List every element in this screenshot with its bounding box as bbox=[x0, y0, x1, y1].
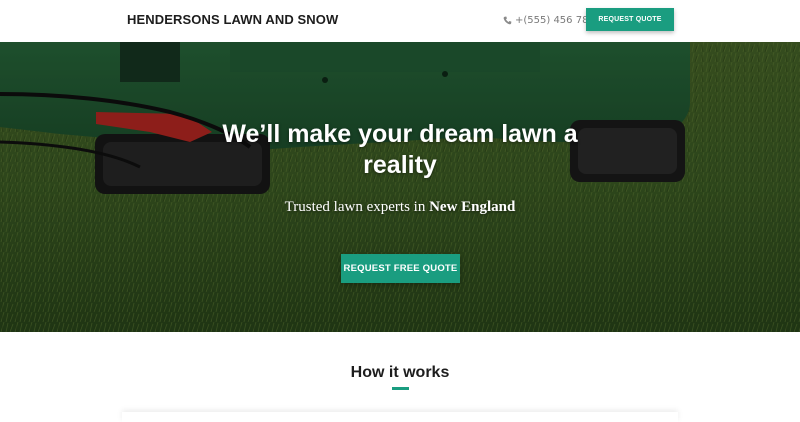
site-header: HENDERSONS LAWN AND SNOW +(555) 456 789 … bbox=[0, 0, 800, 42]
hero-subtitle-prefix: Trusted lawn experts in bbox=[284, 199, 430, 215]
hero-title: We’ll make your dream lawn a reality bbox=[222, 120, 578, 179]
hero-background-image bbox=[0, 42, 800, 332]
phone-icon bbox=[503, 16, 512, 24]
brand-logo-text[interactable]: HENDERSONS LAWN AND SNOW bbox=[127, 12, 338, 27]
title-underline-accent bbox=[392, 387, 409, 390]
hero-subtitle: Trusted lawn experts in New England bbox=[200, 199, 600, 216]
steps-card-top-edge bbox=[122, 412, 678, 422]
how-it-works-section: How it works bbox=[0, 332, 800, 422]
how-it-works-title: How it works bbox=[350, 364, 450, 381]
phone-number: +(555) 456 789 bbox=[515, 14, 595, 26]
request-quote-button[interactable]: REQUEST QUOTE bbox=[586, 8, 674, 31]
hero-section: We’ll make your dream lawn a reality Tru… bbox=[0, 42, 800, 332]
hero-subtitle-region: New England bbox=[429, 199, 516, 215]
phone-contact[interactable]: +(555) 456 789 bbox=[503, 13, 595, 27]
request-free-quote-button[interactable]: REQUEST FREE QUOTE bbox=[341, 254, 460, 283]
